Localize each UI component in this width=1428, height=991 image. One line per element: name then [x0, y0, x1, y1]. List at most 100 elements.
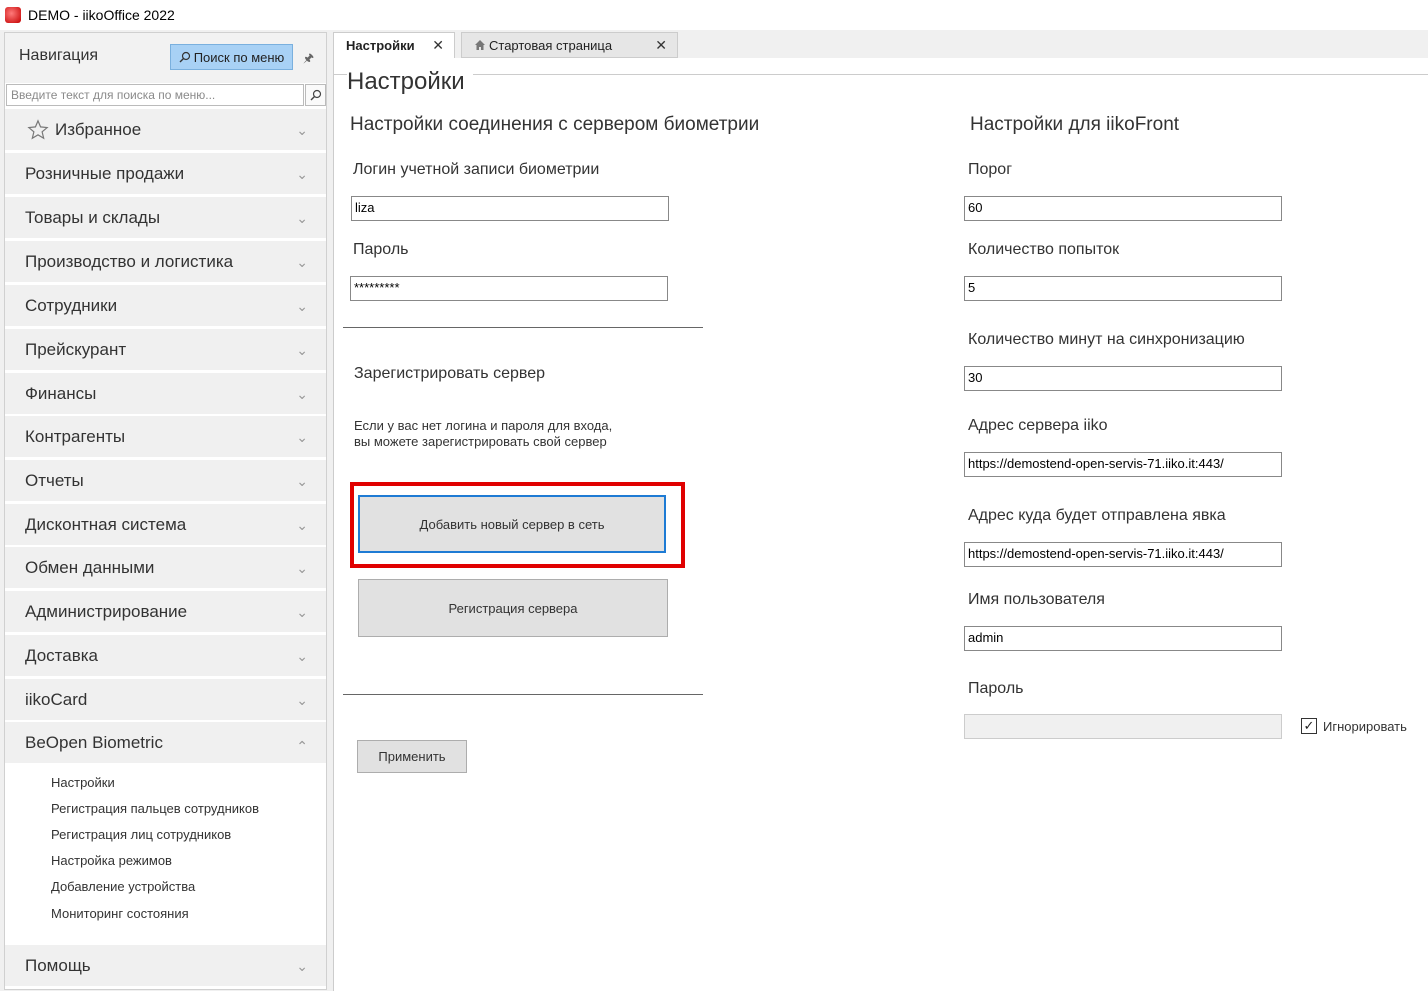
chevron-down-icon: ⌄	[296, 429, 308, 445]
navigation-header: Навигация Поиск по меню 🖈︎	[5, 33, 326, 83]
nav-section-label: Администрирование	[25, 601, 188, 621]
search-icon[interactable]	[305, 84, 326, 106]
divider	[343, 327, 703, 328]
nav-section-label: Прейскурант	[25, 339, 127, 359]
divider	[343, 694, 703, 695]
pin-icon[interactable]: 🖈︎	[303, 49, 314, 70]
username-field[interactable]: admin	[964, 626, 1282, 651]
star-icon	[27, 118, 49, 139]
page-title-line	[334, 58, 1428, 75]
nav-section-employees[interactable]: Сотрудники ⌄	[5, 285, 326, 327]
close-icon[interactable]: ✕	[432, 37, 444, 54]
nav-section-label: Производство и логистика	[25, 251, 234, 271]
chevron-down-icon: ⌄	[296, 517, 308, 533]
biometric-password-label: Пароль	[353, 241, 409, 258]
nav-section-beopen-biometric[interactable]: BeOpen Biometric ⌃	[5, 722, 326, 764]
tab-start-page[interactable]: Стартовая страница ✕	[461, 32, 678, 58]
register-hint-line-1: Если у вас нет логина и пароля для входа…	[354, 418, 613, 433]
chevron-down-icon: ⌄	[296, 210, 308, 226]
nav-section-counterparties[interactable]: Контрагенты ⌄	[5, 416, 326, 458]
biometric-section-title: Настройки соединения с сервером биометри…	[350, 114, 760, 135]
ignore-checkbox[interactable]: ✓	[1301, 718, 1317, 734]
nav-section-favorites[interactable]: Избранное ⌄	[5, 109, 326, 151]
sync-minutes-label: Количество минут на синхронизацию	[968, 331, 1245, 348]
register-server-button[interactable]: Регистрация сервера	[358, 579, 668, 637]
nav-section-finance[interactable]: Финансы ⌄	[5, 373, 326, 415]
apply-button[interactable]: Применить	[357, 740, 467, 773]
chevron-down-icon: ⌄	[296, 166, 308, 182]
navigation-panel: Навигация Поиск по меню 🖈︎ Избранное ⌄ Р…	[4, 32, 327, 990]
chevron-down-icon: ⌄	[296, 560, 308, 576]
attendance-address-field[interactable]: https://demostend-open-servis-71.iiko.it…	[964, 542, 1282, 567]
nav-section-label: Финансы	[25, 383, 97, 403]
biometric-login-field[interactable]: liza	[351, 196, 669, 221]
nav-section-label: Избранное	[55, 119, 142, 139]
chevron-down-icon: ⌄	[296, 342, 308, 358]
submenu-item-settings[interactable]: Настройки	[51, 775, 115, 790]
nav-section-goods[interactable]: Товары и склады ⌄	[5, 197, 326, 239]
chevron-down-icon: ⌄	[296, 122, 308, 138]
window-titlebar: DEMO - iikoOffice 2022	[0, 0, 1428, 30]
navigation-title: Навигация	[19, 47, 99, 64]
nav-section-label: Контрагенты	[25, 426, 126, 446]
nav-section-administration[interactable]: Администрирование ⌄	[5, 591, 326, 633]
chevron-down-icon: ⌄	[296, 604, 308, 620]
nav-section-label: Обмен данными	[25, 557, 155, 577]
add-server-button[interactable]: Добавить новый сервер в сеть	[358, 495, 666, 553]
chevron-down-icon: ⌄	[296, 958, 308, 974]
submenu-item-finger-registration[interactable]: Регистрация пальцев сотрудников	[51, 801, 259, 816]
submenu-item-monitoring[interactable]: Мониторинг состояния	[51, 906, 189, 921]
iikofront-password-label: Пароль	[968, 680, 1024, 697]
nav-section-iikocard[interactable]: iikoCard ⌄	[5, 679, 326, 721]
nav-section-label: BeOpen Biometric	[25, 732, 163, 752]
nav-section-label: Доставка	[25, 645, 99, 665]
biometric-password-field[interactable]: *********	[350, 276, 668, 301]
nav-section-label: Отчеты	[25, 470, 84, 490]
nav-section-data-exchange[interactable]: Обмен данными ⌄	[5, 547, 326, 589]
nav-section-delivery[interactable]: Доставка ⌄	[5, 635, 326, 677]
attempts-field[interactable]: 5	[964, 276, 1282, 301]
document-tabs: Настройки ✕ Стартовая страница ✕	[333, 32, 1428, 58]
attendance-address-label: Адрес куда будет отправлена явка	[968, 507, 1226, 524]
server-address-label: Адрес сервера iiko	[968, 417, 1108, 434]
tab-settings[interactable]: Настройки ✕	[333, 32, 455, 58]
submenu-item-face-registration[interactable]: Регистрация лиц сотрудников	[51, 827, 231, 842]
nav-section-reports[interactable]: Отчеты ⌄	[5, 460, 326, 502]
register-server-title: Зарегистрировать сервер	[354, 365, 545, 382]
iikofront-password-field[interactable]	[964, 714, 1282, 739]
close-icon[interactable]: ✕	[655, 37, 667, 54]
chevron-down-icon: ⌄	[296, 648, 308, 664]
ignore-checkbox-label: Игнорировать	[1323, 719, 1407, 734]
attempts-label: Количество попыток	[968, 241, 1120, 258]
chevron-down-icon: ⌄	[296, 692, 308, 708]
submenu-item-add-device[interactable]: Добавление устройства	[51, 879, 195, 894]
nav-section-production[interactable]: Производство и логистика ⌄	[5, 241, 326, 283]
submenu-item-modes[interactable]: Настройка режимов	[51, 853, 172, 868]
menu-search-input[interactable]	[6, 84, 304, 106]
biometric-login-label: Логин учетной записи биометрии	[353, 161, 600, 178]
search-icon	[179, 51, 190, 63]
chevron-down-icon: ⌄	[296, 386, 308, 402]
nav-section-help[interactable]: Помощь ⌄	[5, 945, 326, 987]
nav-section-label: iikoCard	[25, 689, 88, 709]
nav-section-label: Помощь	[25, 955, 91, 975]
nav-section-retail[interactable]: Розничные продажи ⌄	[5, 153, 326, 195]
menu-search-button[interactable]: Поиск по меню	[170, 44, 293, 70]
nav-section-pricelist[interactable]: Прейскурант ⌄	[5, 329, 326, 371]
threshold-label: Порог	[968, 161, 1013, 178]
threshold-field[interactable]: 60	[964, 196, 1282, 221]
menu-search-bar	[5, 84, 328, 107]
nav-section-label: Дисконтная система	[25, 514, 187, 534]
server-address-field[interactable]: https://demostend-open-servis-71.iiko.it…	[964, 452, 1282, 477]
username-label: Имя пользователя	[968, 591, 1105, 608]
app-logo-icon	[5, 7, 21, 23]
nav-section-label: Розничные продажи	[25, 163, 185, 183]
chevron-up-icon: ⌃	[296, 738, 308, 754]
nav-section-label: Товары и склады	[25, 207, 161, 227]
nav-section-label: Сотрудники	[25, 295, 118, 315]
menu-search-button-label: Поиск по меню	[193, 49, 285, 65]
iikofront-section-title: Настройки для iikoFront	[970, 114, 1180, 135]
nav-section-discounts[interactable]: Дисконтная система ⌄	[5, 504, 326, 546]
sync-minutes-field[interactable]: 30	[964, 366, 1282, 391]
tab-label: Настройки	[346, 38, 415, 53]
